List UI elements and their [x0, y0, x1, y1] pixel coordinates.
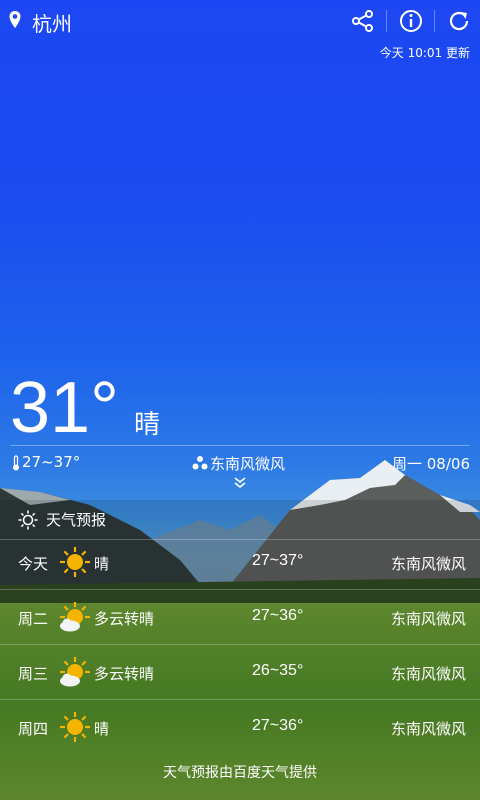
current-info-row: 27~37° 东南风微风 周一 08/06 — [0, 452, 480, 474]
sun-icon — [60, 712, 90, 742]
current-temperature: 31° — [10, 368, 119, 448]
expand-chevron-icon[interactable] — [231, 476, 249, 490]
forecast-day: 今天 — [18, 555, 49, 573]
current-wind: 东南风微风 — [210, 455, 286, 473]
sun-outline-icon — [18, 510, 38, 530]
current-date: 周一 08/06 — [392, 455, 470, 473]
forecast-row: 周四 晴 27~36° 东南风微风 — [0, 700, 480, 755]
forecast-condition: 晴 — [94, 555, 110, 573]
forecast-day: 周三 — [18, 665, 49, 683]
forecast-temp: 27~37° — [252, 552, 304, 569]
thermometer-icon — [13, 455, 19, 471]
forecast-row: 周三 多云转晴 26~35° 东南风微风 — [0, 645, 480, 700]
forecast-temp: 26~35° — [252, 662, 304, 679]
forecast-temp: 27~36° — [252, 717, 304, 734]
forecast-condition: 多云转晴 — [94, 665, 155, 683]
sun-icon — [60, 547, 90, 577]
temp-range: 27~37° — [22, 453, 81, 471]
forecast-header: 天气预报 — [0, 500, 480, 540]
forecast-day: 周二 — [18, 610, 49, 628]
divider — [10, 445, 470, 446]
forecast-panel: 天气预报 今天 晴 27~37° 东南风微风 周二 多云转晴 27~36° 东南… — [0, 500, 480, 800]
forecast-condition: 晴 — [94, 720, 110, 738]
forecast-wind: 东南风微风 — [390, 610, 466, 628]
current-condition: 晴 — [134, 410, 161, 440]
forecast-temp: 27~36° — [252, 607, 304, 624]
forecast-row: 周二 多云转晴 27~36° 东南风微风 — [0, 590, 480, 645]
forecast-day: 周四 — [18, 720, 49, 738]
forecast-wind: 东南风微风 — [390, 665, 466, 683]
forecast-condition: 多云转晴 — [94, 610, 155, 628]
forecast-title: 天气预报 — [46, 511, 107, 529]
forecast-row: 今天 晴 27~37° 东南风微风 — [0, 535, 480, 590]
current-weather: 31° 晴 — [0, 0, 480, 500]
forecast-wind: 东南风微风 — [390, 720, 466, 738]
data-source-credit: 天气预报由百度天气提供 — [163, 765, 317, 781]
sun-cloud-icon — [60, 657, 90, 687]
wind-icon — [192, 456, 208, 470]
sun-cloud-icon — [60, 602, 90, 632]
forecast-wind: 东南风微风 — [390, 555, 466, 573]
